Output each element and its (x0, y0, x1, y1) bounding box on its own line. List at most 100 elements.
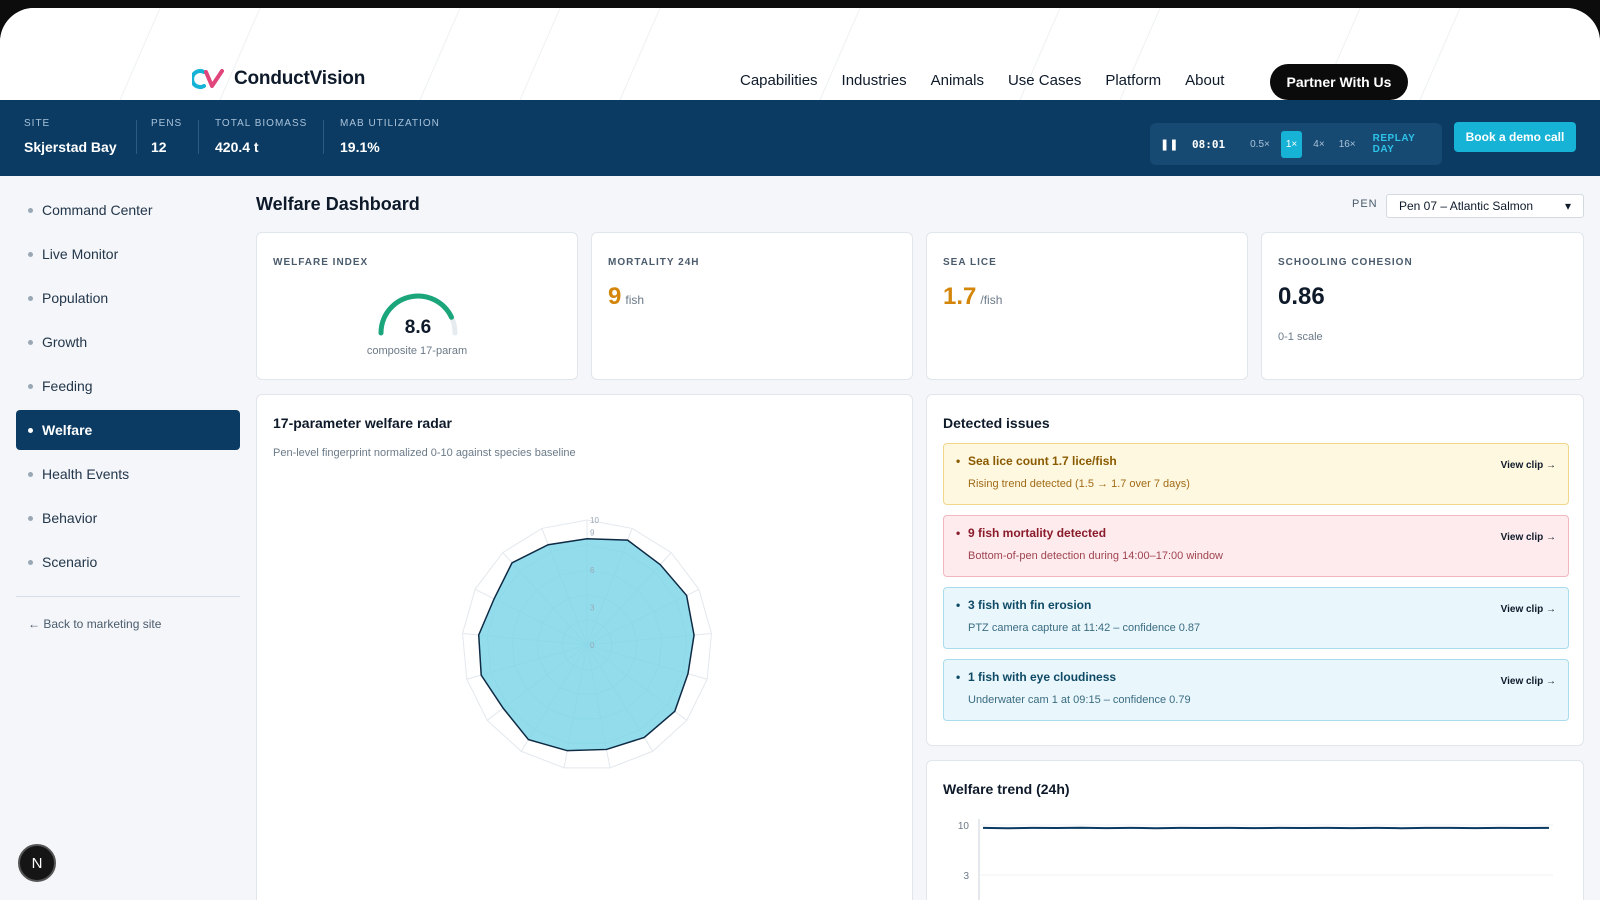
sidebar-item-label: Live Monitor (42, 246, 119, 262)
sidebar-item-command-center[interactable]: Command Center (16, 190, 240, 230)
kpi-label: MORTALITY 24H (608, 257, 700, 268)
radar-card: 17-parameter welfare radar Pen-level fin… (256, 394, 913, 900)
issue-title: 1 fish with eye cloudiness (956, 670, 1116, 684)
radar-tick-label: 10 (590, 516, 599, 525)
speed-4x[interactable]: 4× (1310, 135, 1327, 154)
kpi-schooling-cohesion: SCHOOLING COHESION 0.86 0-1 scale (1261, 232, 1584, 380)
bullet-icon (28, 207, 33, 213)
kpi-number: 1.7 (943, 283, 977, 310)
stat-site: SITE Skjerstad Bay (24, 118, 117, 155)
kpi-label: SEA LICE (943, 257, 997, 268)
kpi-unit: /fish (980, 293, 1003, 307)
sidebar-item-label: Health Events (42, 466, 130, 482)
radar-title: 17-parameter welfare radar (273, 415, 452, 431)
stat-site-value: Skjerstad Bay (24, 139, 117, 155)
page-title: Welfare Dashboard (256, 194, 420, 214)
kpi-label: SCHOOLING COHESION (1278, 257, 1413, 268)
stat-mab-value: 19.1% (340, 139, 380, 155)
partner-button[interactable]: Partner With Us (1270, 64, 1408, 100)
book-demo-button[interactable]: Book a demo call (1454, 122, 1576, 152)
sidebar-item-growth[interactable]: Growth (16, 322, 240, 362)
speed-0-5x[interactable]: 0.5× (1247, 135, 1273, 154)
sidebar-item-label: Welfare (42, 422, 93, 438)
brand-name: ConductVision (234, 68, 366, 89)
brand-logo[interactable]: ConductVision (192, 68, 365, 90)
issue-desc: PTZ camera capture at 11:42 – confidence… (968, 622, 1201, 634)
kpi-value: 0.86 (1278, 283, 1325, 310)
stat-divider (323, 120, 324, 154)
radar-tick-label: 9 (590, 529, 595, 538)
stat-divider (136, 120, 137, 154)
kpi-value: 1.7/fish (943, 283, 1002, 311)
n-avatar[interactable]: N (18, 844, 56, 882)
sidebar-item-label: Population (42, 290, 109, 306)
issue-eye-cloudiness[interactable]: 1 fish with eye cloudiness Underwater ca… (943, 659, 1569, 721)
nav-platform[interactable]: Platform (1105, 72, 1161, 89)
trend-chart: 10 3 (958, 819, 1553, 900)
issue-fin-erosion[interactable]: 3 fish with fin erosion PTZ camera captu… (943, 587, 1569, 649)
kpi-welfare-index: WELFARE INDEX 8.6 composite 17-param (256, 232, 578, 380)
issues-title: Detected issues (943, 415, 1050, 431)
nav-links: Capabilities Industries Animals Use Case… (740, 72, 1224, 89)
sidebar-item-population[interactable]: Population (16, 278, 240, 318)
speed-16x[interactable]: 16× (1336, 135, 1359, 154)
kpi-value: 9 fish (608, 283, 644, 311)
bullet-icon (28, 471, 33, 477)
player-time: 08:01 (1192, 137, 1226, 151)
bullet-icon (28, 339, 33, 345)
radar-chart: 10 9 6 3 0 (462, 516, 712, 769)
stat-pens-label: PENS (151, 118, 183, 129)
sidebar-item-live-monitor[interactable]: Live Monitor (16, 234, 240, 274)
issue-title: 3 fish with fin erosion (956, 598, 1091, 612)
replay-day-button[interactable]: REPLAY DAY (1373, 133, 1432, 155)
sidebar: Command Center Live Monitor Population G… (16, 190, 240, 631)
radar-tick-label: 0 (590, 641, 595, 650)
kpi-mortality: MORTALITY 24H 9 fish (591, 232, 913, 380)
nav-capabilities[interactable]: Capabilities (740, 72, 818, 89)
sidebar-item-feeding[interactable]: Feeding (16, 366, 240, 406)
bullet-icon (28, 383, 33, 389)
kpi-label: WELFARE INDEX (273, 257, 369, 268)
view-clip-link[interactable]: View clip → (1501, 676, 1556, 687)
kpi-number: 9 (608, 283, 622, 310)
radar-subtitle: Pen-level fingerprint normalized 0-10 ag… (273, 447, 576, 459)
stat-mab: MAB UTILIZATION 19.1% (340, 118, 440, 155)
speed-1x[interactable]: 1× (1280, 130, 1303, 158)
trend-card: Welfare trend (24h) 10 3 (926, 760, 1584, 900)
app-frame: ConductVision Capabilities Industries An… (0, 8, 1600, 900)
stat-biomass: TOTAL BIOMASS 420.4 t (215, 118, 307, 155)
bullet-icon (28, 427, 33, 433)
back-to-marketing-link[interactable]: ← Back to marketing site (16, 617, 240, 631)
radar-tick-label: 6 (590, 566, 595, 575)
nav-industries[interactable]: Industries (842, 72, 907, 89)
nav-animals[interactable]: Animals (931, 72, 984, 89)
kpi-sub: 0-1 scale (1278, 331, 1323, 343)
view-clip-link[interactable]: View clip → (1501, 604, 1556, 615)
issue-sea-lice[interactable]: Sea lice count 1.7 lice/fish Rising tren… (943, 443, 1569, 505)
pause-icon[interactable]: ❚❚ (1160, 138, 1178, 151)
issue-mortality[interactable]: 9 fish mortality detected Bottom-of-pen … (943, 515, 1569, 577)
y-tick-label: 10 (958, 821, 970, 832)
nav-use-cases[interactable]: Use Cases (1008, 72, 1081, 89)
brand-mark-icon (192, 69, 224, 89)
issue-desc: Rising trend detected (1.5 → 1.7 over 7 … (968, 478, 1190, 490)
issue-desc: Underwater cam 1 at 09:15 – confidence 0… (968, 694, 1191, 706)
bullet-icon (28, 515, 33, 521)
view-clip-link[interactable]: View clip → (1501, 532, 1556, 543)
sidebar-item-label: Feeding (42, 378, 93, 394)
pen-select[interactable]: Pen 07 – Atlantic Salmon ▾ (1386, 194, 1584, 218)
sidebar-item-behavior[interactable]: Behavior (16, 498, 240, 538)
sidebar-item-scenario[interactable]: Scenario (16, 542, 240, 582)
pen-label: PEN (1352, 198, 1378, 210)
stat-site-label: SITE (24, 118, 51, 129)
bullet-icon (28, 559, 33, 565)
nav-about[interactable]: About (1185, 72, 1224, 89)
sidebar-item-health-events[interactable]: Health Events (16, 454, 240, 494)
stat-divider (198, 120, 199, 154)
sidebar-item-welfare[interactable]: Welfare (16, 410, 240, 450)
y-tick-label: 3 (963, 871, 969, 882)
issues-card: Detected issues Sea lice count 1.7 lice/… (926, 394, 1584, 746)
kpi-sea-lice: SEA LICE 1.7/fish (926, 232, 1248, 380)
pen-select-value: Pen 07 – Atlantic Salmon (1399, 199, 1534, 213)
view-clip-link[interactable]: View clip → (1501, 460, 1556, 471)
